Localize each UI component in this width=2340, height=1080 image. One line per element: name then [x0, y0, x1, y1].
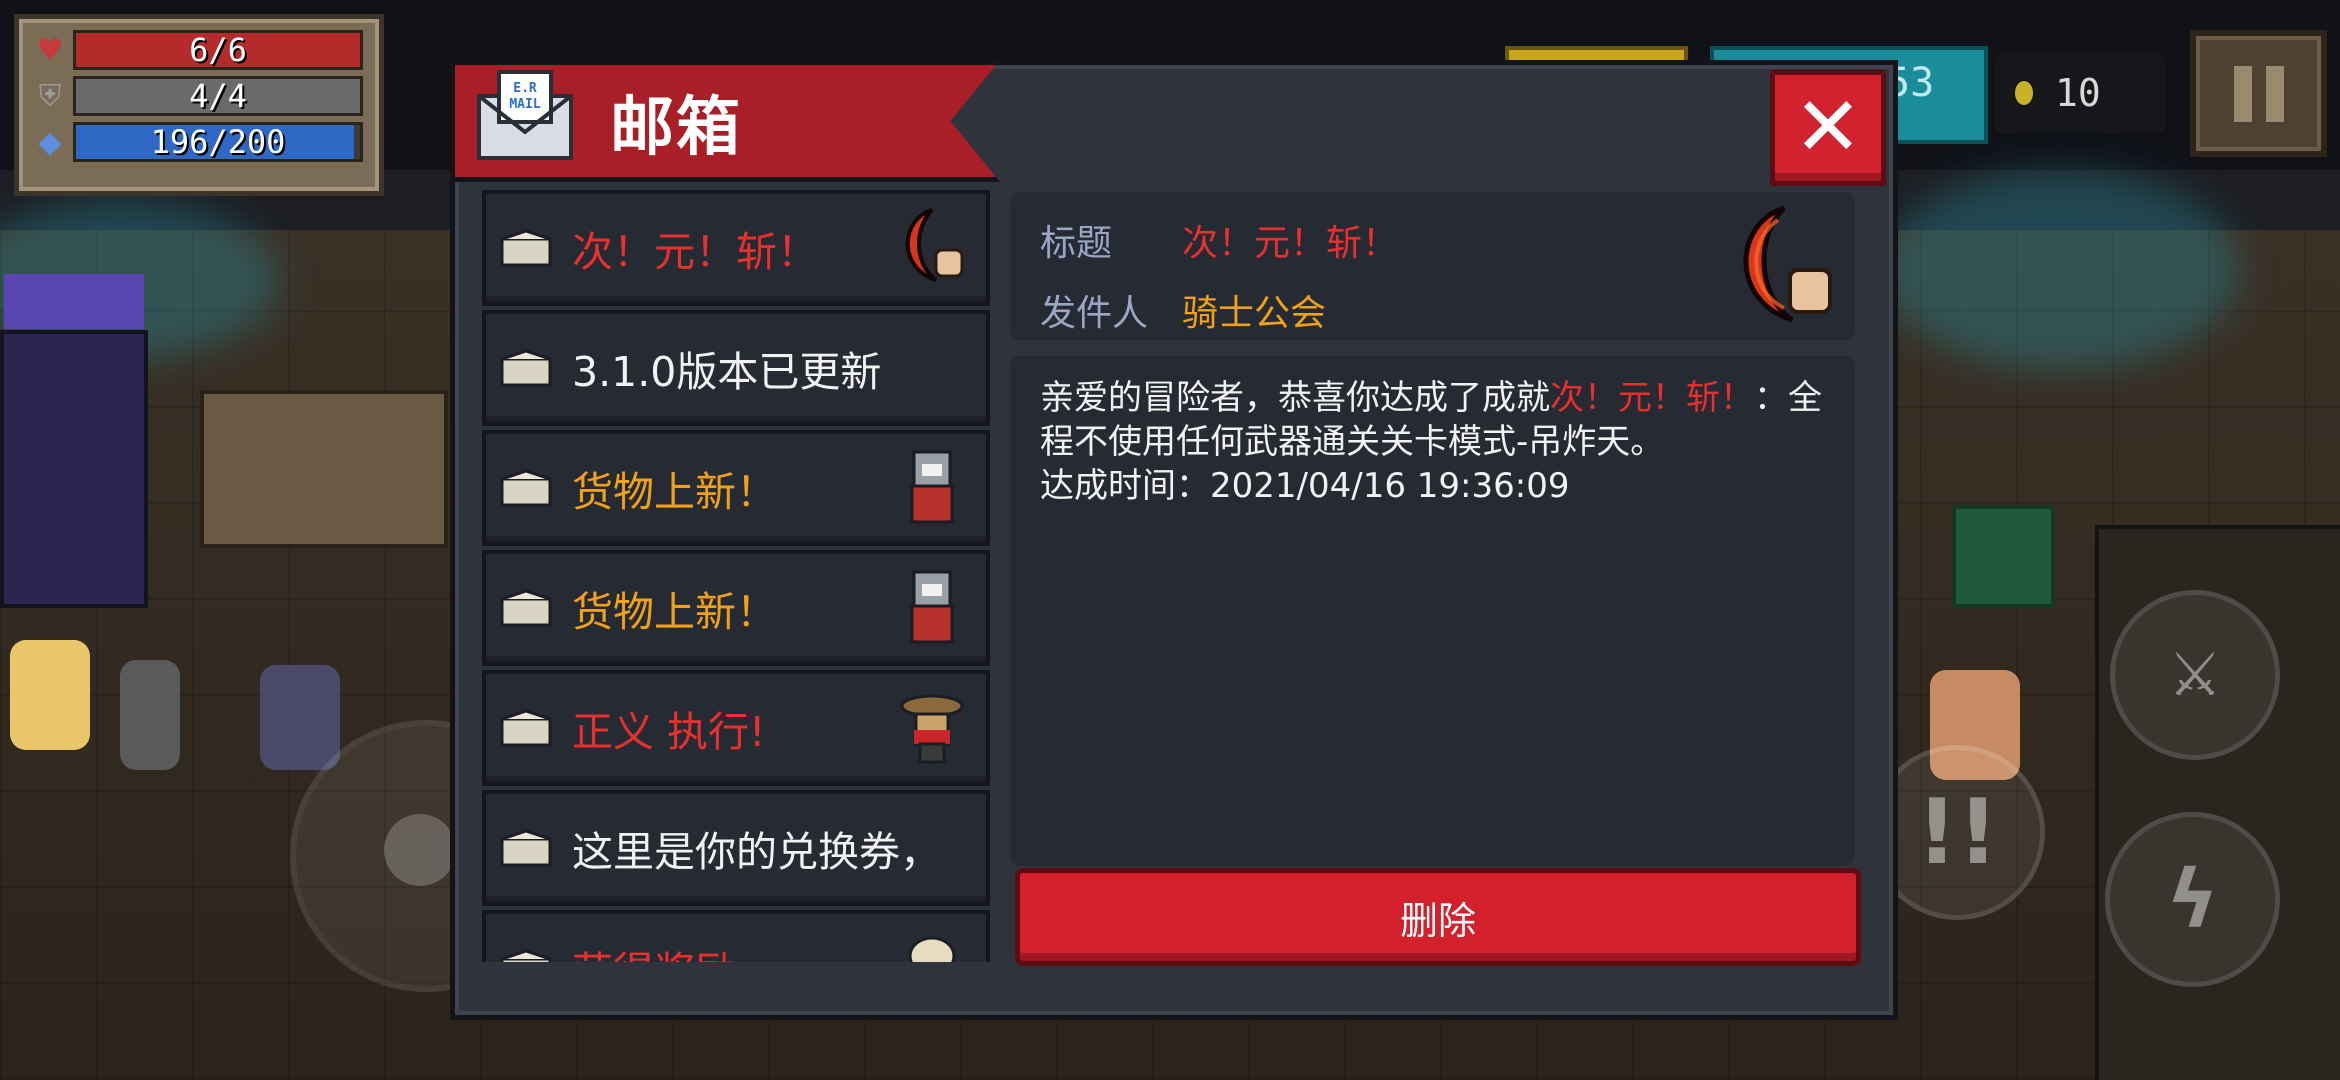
svg-text:MAIL: MAIL: [509, 97, 540, 112]
title-key: 标题: [1040, 223, 1113, 264]
teal-glow: [1880, 170, 2240, 370]
mail-item-label: 货物上新！: [572, 588, 777, 636]
crescent-blade-icon: [1743, 205, 1832, 323]
armor-bar: 4/4: [73, 76, 363, 116]
delete-label: 删除: [1399, 898, 1476, 943]
mail-item[interactable]: 获得奖励: [482, 910, 990, 962]
mail-envelope-icon: E.R MAIL: [477, 70, 573, 160]
mail-item-label: 次！元！斩！: [572, 228, 818, 276]
pause-icon: [2233, 65, 2252, 122]
body-achievement: 次！元！斩！: [1550, 378, 1754, 418]
cowboy-hat-icon: [900, 694, 964, 764]
mail-item-label: 正义 执行!: [572, 708, 766, 756]
envelope-icon: [500, 829, 552, 867]
heart-icon: ♥: [36, 32, 64, 68]
mail-item[interactable]: 货物上新！: [482, 430, 990, 546]
merchant-cat-icon: [910, 450, 954, 524]
mail-list[interactable]: 次！元！斩！ 3.1.0版本已更新 货物上新！ 货物上新！ 正义 执行! 这里是…: [482, 190, 990, 962]
mail-item-label: 3.1.0版本已更新: [572, 348, 882, 396]
armor-value: 4/4: [189, 77, 247, 115]
vending-shelf: [0, 274, 148, 608]
npc-character: [10, 640, 90, 750]
svg-text:E.R: E.R: [513, 81, 537, 96]
body-time: 达成时间：2021/04/16 19:36:09: [1040, 466, 1570, 506]
health-row: ♥ 6/6: [33, 30, 363, 70]
envelope-icon: [500, 949, 552, 962]
shield-icon: ⛨: [38, 78, 62, 114]
mail-item-label: 货物上新！: [572, 468, 777, 516]
mailbox-title: 邮箱: [610, 91, 742, 165]
body-prefix: 亲爱的冒险者，恭喜你达成了成就: [1040, 378, 1550, 418]
mail-item-label: 这里是你的兑换券，: [572, 828, 941, 876]
pause-button[interactable]: [2190, 30, 2327, 157]
energy-value: 196/200: [150, 123, 286, 161]
joystick-knob[interactable]: [384, 814, 456, 886]
attack-icon: !!: [1916, 780, 1999, 885]
armor-row: ⛨ 4/4: [33, 76, 363, 116]
wooden-table: [200, 390, 448, 548]
crescent-blade-icon: [905, 208, 964, 282]
merchant-cat-icon: [910, 570, 954, 644]
lightning-icon: ϟ: [2166, 853, 2219, 946]
envelope-icon: [500, 589, 552, 627]
delete-button[interactable]: 删除: [1015, 868, 1861, 966]
envelope-icon: [500, 349, 552, 387]
bird-icon: [908, 936, 956, 962]
sender-value: 骑士公会: [1182, 293, 1327, 334]
health-value: 6/6: [189, 31, 247, 69]
energy-gem-icon: ◆: [38, 124, 62, 160]
npc-character: [120, 660, 180, 770]
mail-item[interactable]: 这里是你的兑换券，: [482, 790, 990, 906]
player-stats-panel: ♥ 6/6 ⛨ 4/4 ◆ 196/200: [14, 14, 384, 196]
sender-key: 发件人: [1040, 293, 1149, 334]
weapon-switch-button[interactable]: ⚔: [2110, 590, 2280, 760]
close-button[interactable]: ✕: [1770, 70, 1886, 186]
coins-value: 10: [2055, 71, 2101, 115]
close-icon: ✕: [1793, 80, 1863, 175]
title-value: 次！元！斩！: [1182, 223, 1399, 264]
mail-body-text: 亲爱的冒险者，恭喜你达成了成就次！元！斩！：全程不使用任何武器通关关卡模式-吊炸…: [1040, 376, 1840, 508]
npc-character: [260, 665, 340, 770]
skill-button[interactable]: ϟ: [2105, 812, 2280, 987]
mail-item[interactable]: 3.1.0版本已更新: [482, 310, 990, 426]
coin-icon: [2015, 81, 2033, 105]
mail-item[interactable]: 次！元！斩！: [482, 190, 990, 306]
mail-item-label: 获得奖励: [572, 938, 736, 962]
health-bar: 6/6: [73, 30, 363, 70]
envelope-icon: [500, 229, 552, 267]
energy-bar: 196/200: [73, 122, 363, 162]
weapon-icon: ⚔: [2168, 640, 2222, 710]
envelope-icon: [500, 469, 552, 507]
coins-panel: 10: [1995, 52, 2165, 134]
green-crate: [1952, 505, 2055, 608]
energy-row: ◆ 196/200: [33, 122, 363, 162]
envelope-icon: [500, 709, 552, 747]
mail-item[interactable]: 货物上新！: [482, 550, 990, 666]
mail-item[interactable]: 正义 执行!: [482, 670, 990, 786]
